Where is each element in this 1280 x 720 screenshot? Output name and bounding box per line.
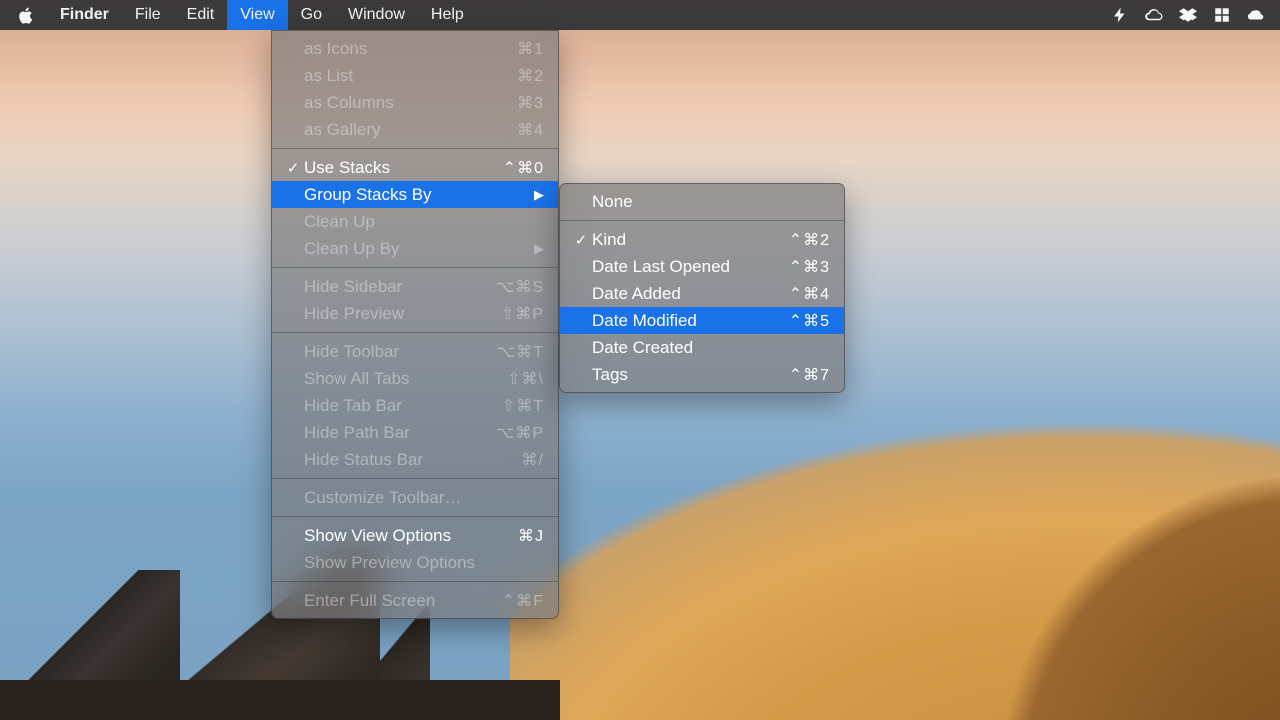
menubar-file[interactable]: File	[122, 0, 174, 30]
dropbox-icon[interactable]	[1178, 5, 1198, 25]
menu-shortcut: ⌃⌘F	[502, 591, 544, 611]
menu-shortcut: ⌃⌘3	[789, 257, 830, 277]
view-menu-hide-preview: Hide Preview ⇧⌘P	[272, 300, 558, 327]
checkmark-icon: ✓	[572, 231, 590, 249]
menu-shortcut: ⌃⌘2	[789, 230, 830, 250]
view-menu-hide-sidebar: Hide Sidebar ⌥⌘S	[272, 273, 558, 300]
bolt-icon[interactable]	[1110, 5, 1130, 25]
view-menu-hide-toolbar: Hide Toolbar ⌥⌘T	[272, 338, 558, 365]
group-submenu-date-created[interactable]: Date Created	[560, 334, 844, 361]
group-submenu-date-last-opened[interactable]: Date Last Opened ⌃⌘3	[560, 253, 844, 280]
menubar-view[interactable]: View	[227, 0, 287, 30]
menu-item-label: None	[592, 192, 633, 212]
menu-shortcut: ⌃⌘7	[789, 365, 830, 385]
menu-item-label: Group Stacks By	[304, 185, 432, 205]
menu-item-label: Kind	[592, 230, 626, 250]
apple-logo-icon	[18, 7, 33, 24]
view-menu-hide-path-bar: Hide Path Bar ⌥⌘P	[272, 419, 558, 446]
view-menu-customize-toolbar: Customize Toolbar…	[272, 484, 558, 511]
view-menu-hide-tab-bar: Hide Tab Bar ⇧⌘T	[272, 392, 558, 419]
menu-shortcut: ⌘/	[522, 450, 544, 470]
menu-shortcut: ⇧⌘T	[502, 396, 544, 416]
submenu-arrow-icon: ▶	[530, 241, 544, 257]
menu-shortcut: ⌃⌘0	[503, 158, 544, 178]
menu-item-label: as Icons	[304, 39, 367, 59]
menu-shortcut: ⌘J	[518, 526, 544, 546]
view-menu-use-stacks[interactable]: ✓Use Stacks ⌃⌘0	[272, 154, 558, 181]
checkmark-icon: ✓	[284, 159, 302, 177]
view-menu-clean-up: Clean Up	[272, 208, 558, 235]
menu-shortcut: ⌘4	[517, 120, 544, 140]
menu-item-label: Show All Tabs	[304, 369, 410, 389]
menu-item-label: Hide Toolbar	[304, 342, 399, 362]
menubar-app-name[interactable]: Finder	[47, 0, 122, 30]
creative-cloud-icon[interactable]	[1144, 5, 1164, 25]
menu-item-label: as List	[304, 66, 353, 86]
foreground-shadow	[0, 680, 560, 720]
menu-item-label: Hide Status Bar	[304, 450, 423, 470]
menu-item-label: Clean Up By	[304, 239, 399, 259]
menubar-edit[interactable]: Edit	[174, 0, 228, 30]
menu-item-label: Use Stacks	[304, 158, 390, 178]
view-menu-hide-status-bar: Hide Status Bar ⌘/	[272, 446, 558, 473]
view-menu-show-view-options[interactable]: Show View Options ⌘J	[272, 522, 558, 549]
system-menubar: Finder File Edit View Go Window Help	[0, 0, 1280, 30]
group-submenu-kind[interactable]: ✓Kind ⌃⌘2	[560, 226, 844, 253]
view-menu-as-icons: as Icons ⌘1	[272, 35, 558, 62]
view-menu-clean-up-by: Clean Up By ▶	[272, 235, 558, 262]
view-menu-group-stacks-by[interactable]: Group Stacks By ▶	[272, 181, 558, 208]
menu-shortcut: ⌥⌘P	[496, 423, 544, 443]
desert-dune-front	[890, 390, 1280, 720]
menu-item-label: Hide Preview	[304, 304, 404, 324]
menu-shortcut: ⇧⌘\	[507, 369, 544, 389]
menu-shortcut: ⌥⌘S	[496, 277, 544, 297]
submenu-arrow-icon: ▶	[530, 187, 544, 203]
menu-shortcut: ⌘1	[517, 39, 544, 59]
menubar-help[interactable]: Help	[418, 0, 477, 30]
onedrive-icon[interactable]	[1246, 5, 1266, 25]
menu-item-label: as Gallery	[304, 120, 381, 140]
menubar-window[interactable]: Window	[335, 0, 418, 30]
menu-shortcut: ⇧⌘P	[501, 304, 544, 324]
view-menu-as-list: as List ⌘2	[272, 62, 558, 89]
menu-shortcut: ⌘3	[517, 93, 544, 113]
group-submenu-date-modified[interactable]: Date Modified ⌃⌘5	[560, 307, 844, 334]
menu-item-label: Date Added	[592, 284, 681, 304]
view-menu-as-gallery: as Gallery ⌘4	[272, 116, 558, 143]
menu-item-label: as Columns	[304, 93, 394, 113]
apple-menu[interactable]	[0, 0, 47, 30]
group-stacks-by-submenu: None ✓Kind ⌃⌘2 Date Last Opened ⌃⌘3 Date Adde…	[559, 183, 845, 393]
view-menu-enter-full-screen: Enter Full Screen ⌃⌘F	[272, 587, 558, 614]
group-submenu-date-added[interactable]: Date Added ⌃⌘4	[560, 280, 844, 307]
menu-item-label: Tags	[592, 365, 628, 385]
menu-shortcut: ⌘2	[517, 66, 544, 86]
view-menu-show-preview-options: Show Preview Options	[272, 549, 558, 576]
menu-shortcut: ⌃⌘5	[789, 311, 830, 331]
view-menu-dropdown: as Icons ⌘1 as List ⌘2 as Columns ⌘3 as Galler…	[271, 30, 559, 619]
menu-item-label: Show View Options	[304, 526, 451, 546]
view-menu-show-all-tabs: Show All Tabs ⇧⌘\	[272, 365, 558, 392]
menu-item-label: Enter Full Screen	[304, 591, 435, 611]
menu-item-label: Show Preview Options	[304, 553, 475, 573]
view-menu-as-columns: as Columns ⌘3	[272, 89, 558, 116]
menu-item-label: Hide Sidebar	[304, 277, 402, 297]
group-submenu-tags[interactable]: Tags ⌃⌘7	[560, 361, 844, 388]
menu-item-label: Date Last Opened	[592, 257, 730, 277]
menu-shortcut: ⌥⌘T	[497, 342, 544, 362]
menu-item-label: Clean Up	[304, 212, 375, 232]
menu-item-label: Hide Path Bar	[304, 423, 410, 443]
menubar-go[interactable]: Go	[288, 0, 335, 30]
group-submenu-none[interactable]: None	[560, 188, 844, 215]
menu-item-label: Hide Tab Bar	[304, 396, 402, 416]
menu-item-label: Date Created	[592, 338, 693, 358]
menu-item-label: Customize Toolbar…	[304, 488, 461, 508]
menu-shortcut: ⌃⌘4	[789, 284, 830, 304]
menu-item-label: Date Modified	[592, 311, 697, 331]
grid-icon[interactable]	[1212, 5, 1232, 25]
